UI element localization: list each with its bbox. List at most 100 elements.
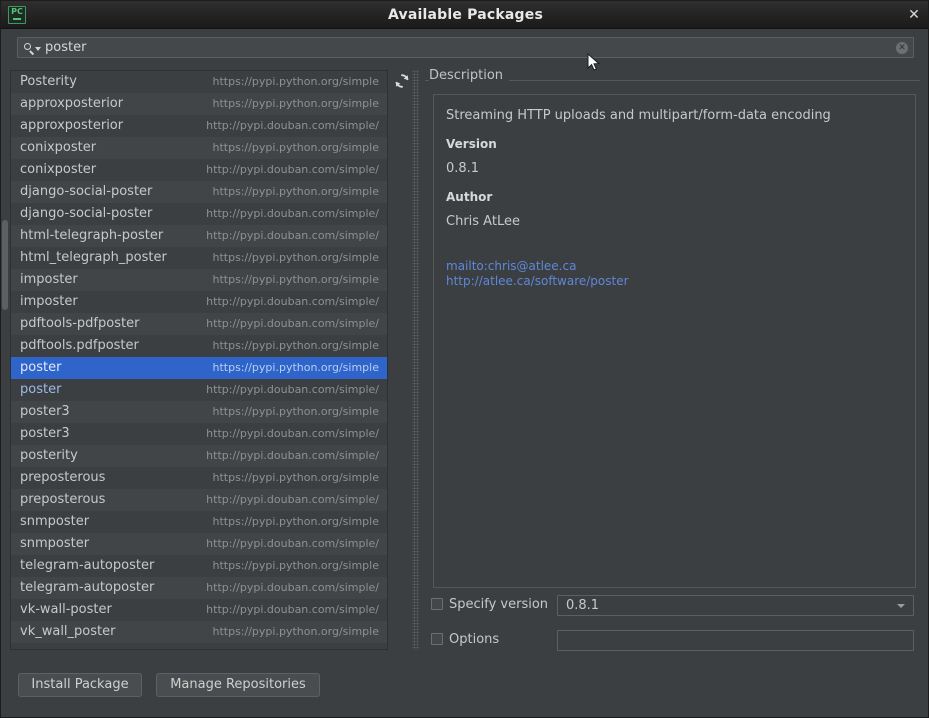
package-repository-url: http://pypi.douban.com/simple/: [206, 207, 379, 220]
package-list-row[interactable]: poster http://pypi.douban.com/simple/: [11, 379, 387, 401]
package-repository-url: https://pypi.python.org/simple: [212, 97, 380, 110]
package-list-row[interactable]: pdftools-pdfposter http://pypi.douban.com…: [11, 313, 387, 335]
package-list[interactable]: Posterity https://pypi.python.org/simple a…: [10, 70, 388, 650]
version-select[interactable]: 0.8.1: [557, 595, 914, 616]
chevron-down-icon: [897, 604, 905, 608]
package-name: imposter: [20, 272, 78, 287]
search-icon[interactable]: [23, 41, 43, 56]
package-repository-url: https://pypi.python.org/simple: [212, 625, 380, 638]
package-repository-url: http://pypi.douban.com/simple/: [206, 427, 379, 440]
package-repository-url: https://pypi.python.org/simple: [212, 75, 380, 88]
title-bar: PC Available Packages ✕: [1, 1, 928, 29]
package-list-row[interactable]: approxposterior https://pypi.python.org/s…: [11, 93, 387, 115]
package-name: approxposterior: [20, 96, 124, 111]
window-title: Available Packages: [388, 7, 543, 23]
author-value: Chris AtLee: [446, 214, 520, 229]
description-title: Description: [429, 68, 510, 83]
package-repository-url: https://pypi.python.org/simple: [212, 251, 380, 264]
package-name: conixposter: [20, 140, 97, 155]
author-heading: Author: [446, 190, 493, 204]
package-name: vk_wall_poster: [20, 624, 116, 639]
package-list-row[interactable]: approxposterior http://pypi.douban.com/si…: [11, 115, 387, 137]
package-list-row[interactable]: imposter http://pypi.douban.com/simple/: [11, 291, 387, 313]
package-repository-url: https://pypi.python.org/simple: [212, 339, 380, 352]
package-repository-url: https://pypi.python.org/simple: [212, 141, 380, 154]
clear-search-icon[interactable]: ✕: [896, 42, 908, 54]
package-list-row[interactable]: html-telegraph-poster http://pypi.douban.…: [11, 225, 387, 247]
package-repository-url: http://pypi.douban.com/simple/: [206, 449, 379, 462]
package-repository-url: http://pypi.douban.com/simple/: [206, 493, 379, 506]
version-value: 0.8.1: [446, 161, 480, 176]
options-checkbox[interactable]: [431, 633, 443, 645]
package-name: snmposter: [20, 536, 90, 551]
package-repository-url: http://pypi.douban.com/simple/: [206, 581, 379, 594]
package-name: poster3: [20, 404, 70, 419]
package-list-row[interactable]: imposter https://pypi.python.org/simple: [11, 269, 387, 291]
specify-version-checkbox[interactable]: [431, 598, 443, 610]
package-repository-url: https://pypi.python.org/simple: [212, 405, 380, 418]
package-name: django-social-poster: [20, 184, 153, 199]
close-icon[interactable]: ✕: [906, 8, 922, 24]
package-list-row[interactable]: poster https://pypi.python.org/simple: [11, 357, 387, 379]
package-links: mailto:chris@atlee.ca http://atlee.ca/so…: [446, 259, 903, 289]
package-list-row[interactable]: conixposter https://pypi.python.org/simpl…: [11, 137, 387, 159]
manage-repositories-button[interactable]: Manage Repositories: [156, 673, 320, 697]
package-name: poster3: [20, 426, 70, 441]
package-repository-url: https://pypi.python.org/simple: [212, 471, 380, 484]
package-name: telegram-autoposter: [20, 558, 155, 573]
search-bar: poster ✕: [1, 30, 928, 63]
package-repository-url: https://pypi.python.org/simple: [212, 515, 380, 528]
package-name: html-telegraph-poster: [20, 228, 164, 243]
package-name: poster: [20, 360, 62, 375]
package-name: preposterous: [20, 470, 106, 485]
package-repository-url: https://pypi.python.org/simple: [212, 559, 380, 572]
package-repository-url: http://pypi.douban.com/simple/: [206, 383, 379, 396]
package-list-row[interactable]: django-social-poster https://pypi.python.…: [11, 181, 387, 203]
package-list-row[interactable]: posterity http://pypi.douban.com/simple/: [11, 445, 387, 467]
panel-splitter[interactable]: [412, 70, 419, 650]
package-list-row[interactable]: conixposter http://pypi.douban.com/simple…: [11, 159, 387, 181]
package-list-row[interactable]: telegram-autoposter http://pypi.douban.co…: [11, 577, 387, 599]
install-options: Specify version 0.8.1 Options: [425, 594, 920, 652]
package-repository-url: http://pypi.douban.com/simple/: [206, 295, 379, 308]
install-package-button[interactable]: Install Package: [18, 673, 142, 697]
package-list-row[interactable]: Posterity https://pypi.python.org/simple: [11, 71, 387, 93]
search-input[interactable]: poster ✕: [17, 37, 914, 58]
package-name: html_telegraph_poster: [20, 250, 167, 265]
package-list-row[interactable]: snmposter https://pypi.python.org/simple: [11, 511, 387, 533]
description-body: Streaming HTTP uploads and multipart/for…: [433, 94, 916, 588]
package-list-row[interactable]: poster3 http://pypi.douban.com/simple/: [11, 423, 387, 445]
package-list-row[interactable]: vk-wall-poster http://pypi.douban.com/sim…: [11, 599, 387, 621]
scrollbar-thumb[interactable]: [2, 220, 8, 310]
package-repository-url: http://pypi.douban.com/simple/: [206, 119, 379, 132]
options-label: Options: [449, 632, 500, 647]
package-repository-url: http://pypi.douban.com/simple/: [206, 537, 379, 550]
options-input[interactable]: [557, 630, 914, 651]
package-list-row[interactable]: django-social-poster http://pypi.douban.c…: [11, 203, 387, 225]
package-list-row[interactable]: vk_wall_poster https://pypi.python.org/si…: [11, 621, 387, 643]
package-list-row[interactable]: snmposter http://pypi.douban.com/simple/: [11, 533, 387, 555]
specify-version-label: Specify version: [449, 597, 549, 612]
package-list-row[interactable]: telegram-autoposter https://pypi.python.o…: [11, 555, 387, 577]
options-row: Options: [425, 629, 920, 652]
package-name: approxposterior: [20, 118, 124, 133]
description-panel: Description Streaming HTTP uploads and m…: [425, 68, 920, 650]
package-list-row[interactable]: html_telegraph_poster https://pypi.python…: [11, 247, 387, 269]
package-summary: Streaming HTTP uploads and multipart/for…: [446, 108, 831, 123]
package-list-row[interactable]: poster3 https://pypi.python.org/simple: [11, 401, 387, 423]
mailto-link[interactable]: mailto:chris@atlee.ca: [446, 259, 903, 274]
package-name: imposter: [20, 294, 78, 309]
available-packages-dialog: PC Available Packages ✕ poster ✕ Posteri…: [0, 0, 929, 718]
version-select-value: 0.8.1: [566, 598, 600, 613]
refresh-icon[interactable]: [394, 73, 410, 89]
package-name: pdftools-pdfposter: [20, 316, 140, 331]
package-list-row[interactable]: pdftools.pdfposter https://pypi.python.or…: [11, 335, 387, 357]
package-repository-url: https://pypi.python.org/simple: [212, 273, 380, 286]
chevron-down-icon[interactable]: [35, 47, 41, 51]
package-name: pdftools.pdfposter: [20, 338, 139, 353]
main-content: Posterity https://pypi.python.org/simple a…: [1, 63, 928, 657]
package-list-scrollbar[interactable]: [2, 70, 8, 650]
package-list-row[interactable]: preposterous http://pypi.douban.com/simpl…: [11, 489, 387, 511]
package-list-row[interactable]: preposterous https://pypi.python.org/simp…: [11, 467, 387, 489]
homepage-link[interactable]: http://atlee.ca/software/poster: [446, 274, 903, 289]
